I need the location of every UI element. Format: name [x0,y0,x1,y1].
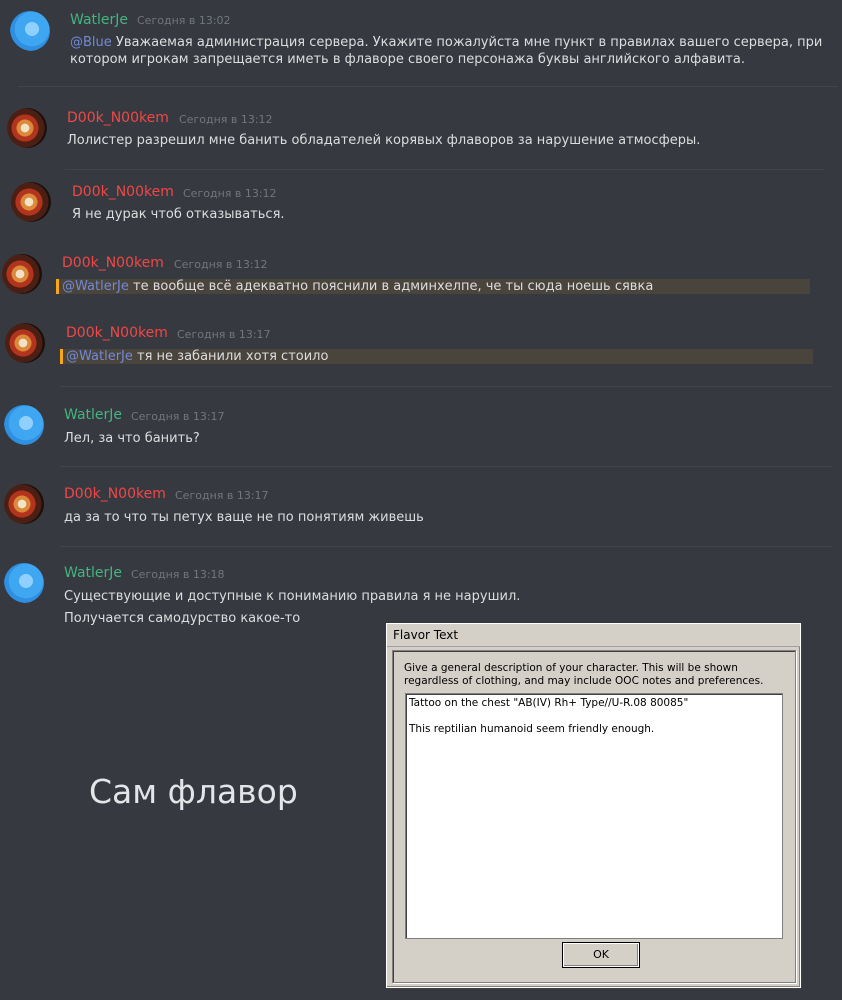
user-mention[interactable]: @WatlerJe [66,349,133,364]
timestamp: Сегодня в 13:12 [174,258,268,271]
message-text: @WatlerJe тя не забанили хотя стоило [66,348,328,365]
author-name[interactable]: D00k_N00kem [67,110,169,126]
timestamp: Сегодня в 13:12 [179,113,273,126]
author-name[interactable]: WatlerJe [64,565,122,581]
avatar[interactable] [4,405,44,445]
message-line: те вообще всё адекватно пояснили в админ… [133,279,654,294]
message-text: @Blue Уважаемая администрация сервера. У… [70,34,822,51]
divider [60,546,832,547]
divider [65,169,825,170]
message-text: Лолистер разрешил мне банить обладателей… [67,133,701,148]
avatar[interactable] [4,563,44,603]
user-mention[interactable]: @Blue [70,35,112,50]
message-line: тя не забанили хотя стоило [137,349,329,364]
message-line: Существующие и доступные к пониманию пра… [64,589,521,604]
avatar[interactable] [11,182,51,222]
window-title: Flavor Text [393,628,459,642]
flavor-description: Give a general description of your chara… [404,662,764,687]
ok-button[interactable]: OK [562,942,640,968]
timestamp: Сегодня в 13:02 [137,14,231,27]
message-text: да за то что ты петух ваще не по понятия… [64,510,424,525]
timestamp: Сегодня в 13:17 [177,328,271,341]
message-text: Лел, за что банить? [64,431,200,446]
avatar[interactable] [5,323,45,363]
author-name[interactable]: D00k_N00kem [72,184,174,200]
caption-text: Сам флавор [89,772,298,811]
timestamp: Сегодня в 13:17 [175,489,269,502]
message-line: Уважаемая администрация сервера. Укажите… [115,35,823,50]
divider [18,86,838,87]
author-name[interactable]: D00k_N00kem [62,255,164,271]
avatar[interactable] [4,484,44,524]
message-line: котором игрокам запрещается иметь в флав… [70,52,745,67]
author-name[interactable]: D00k_N00kem [64,486,166,502]
message-text: @WatlerJe те вообще всё адекватно поясни… [62,278,653,295]
timestamp: Сегодня в 13:18 [131,568,225,581]
window-body: Give a general description of your chara… [392,650,796,983]
timestamp: Сегодня в 13:17 [131,410,225,423]
flavor-text-line: Tattoo on the chest "AB(IV) Rh+ Type//U-… [409,697,689,709]
author-name[interactable]: D00k_N00kem [66,325,168,341]
flavor-text-line: This reptilian humanoid seem friendly en… [409,723,655,735]
flavor-text-window: Flavor Text Give a general description o… [386,623,801,988]
divider [60,386,832,387]
timestamp: Сегодня в 13:12 [183,187,277,200]
author-name[interactable]: WatlerJe [70,12,128,28]
author-name[interactable]: WatlerJe [64,407,122,423]
avatar[interactable] [2,254,42,294]
user-mention[interactable]: @WatlerJe [62,279,129,294]
divider [60,466,832,467]
message-text: Я не дурак чтоб отказываться. [72,207,285,222]
window-titlebar[interactable]: Flavor Text [387,624,800,647]
flavor-textarea[interactable]: Tattoo on the chest "AB(IV) Rh+ Type//U-… [405,693,783,939]
message-line: Получается самодурство какое-то [64,611,301,626]
avatar[interactable] [10,11,50,51]
avatar[interactable] [7,108,47,148]
